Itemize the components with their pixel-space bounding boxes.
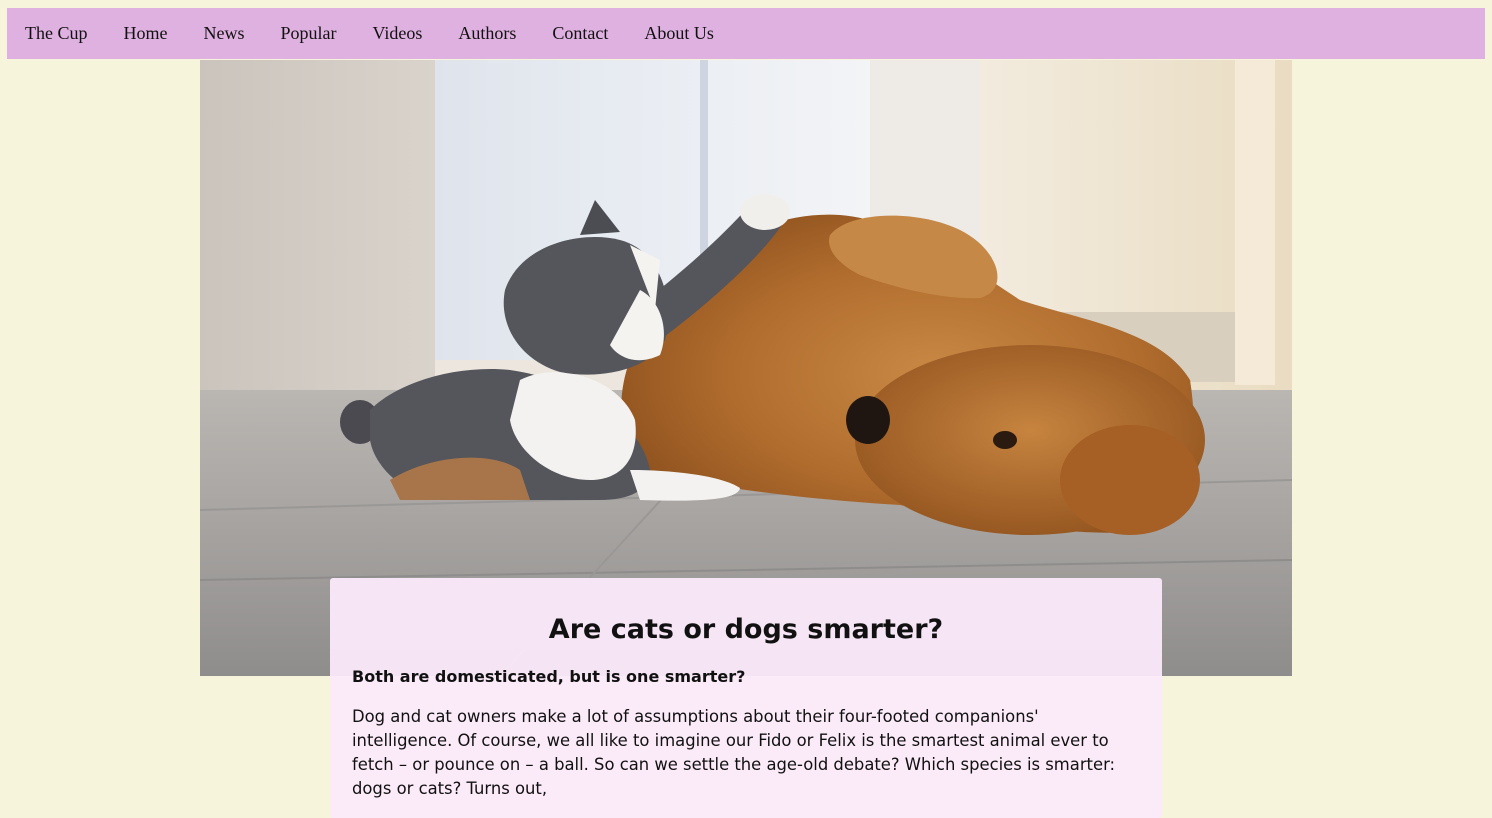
article-subtitle: Both are domesticated, but is one smarte… — [352, 667, 746, 686]
nav-home-link[interactable]: Home — [124, 23, 168, 44]
nav-about-link[interactable]: About Us — [644, 23, 714, 44]
article-card: Are cats or dogs smarter? Both are domes… — [330, 578, 1162, 818]
nav-brand-link[interactable]: The Cup — [25, 23, 88, 44]
nav-videos-link[interactable]: Videos — [373, 23, 423, 44]
nav-popular-link[interactable]: Popular — [281, 23, 337, 44]
nav-news-link[interactable]: News — [204, 23, 245, 44]
nav-contact-link[interactable]: Contact — [552, 23, 608, 44]
article-body: Dog and cat owners make a lot of assumpt… — [352, 707, 1116, 798]
article-title: Are cats or dogs smarter? — [548, 614, 944, 645]
nav-authors-link[interactable]: Authors — [458, 23, 516, 44]
top-navbar: The Cup Home News Popular Videos Authors… — [7, 8, 1485, 59]
